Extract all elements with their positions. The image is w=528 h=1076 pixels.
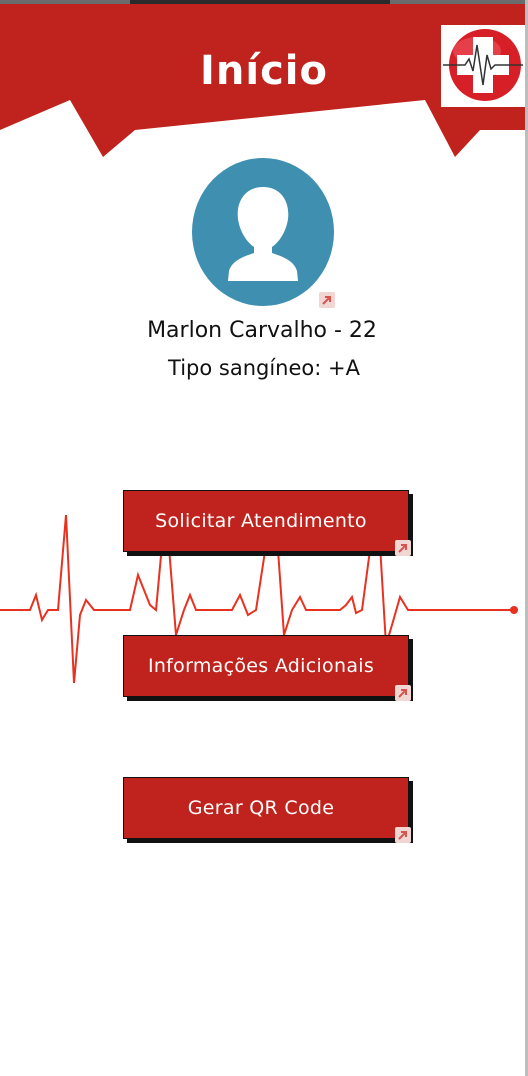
link-arrow-icon — [395, 685, 411, 701]
request-care-label: Solicitar Atendimento — [155, 510, 367, 532]
generate-qr-button[interactable]: Gerar QR Code — [123, 777, 411, 843]
generate-qr-label: Gerar QR Code — [187, 797, 335, 819]
avatar[interactable] — [192, 157, 334, 307]
link-arrow-icon — [395, 540, 411, 556]
user-name-age: Marlon Carvalho - 22 — [147, 318, 377, 343]
additional-info-label: Informações Adicionais — [147, 655, 375, 677]
request-care-button[interactable]: Solicitar Atendimento — [123, 490, 411, 556]
medical-cross-heartbeat-icon — [441, 25, 525, 107]
additional-info-button[interactable]: Informações Adicionais — [123, 635, 411, 701]
link-arrow-icon[interactable] — [318, 291, 336, 309]
link-arrow-icon — [395, 827, 411, 843]
device-top-bar — [0, 0, 528, 4]
blood-type: Tipo sangíneo: +A — [168, 356, 360, 380]
user-avatar-icon — [192, 158, 334, 306]
